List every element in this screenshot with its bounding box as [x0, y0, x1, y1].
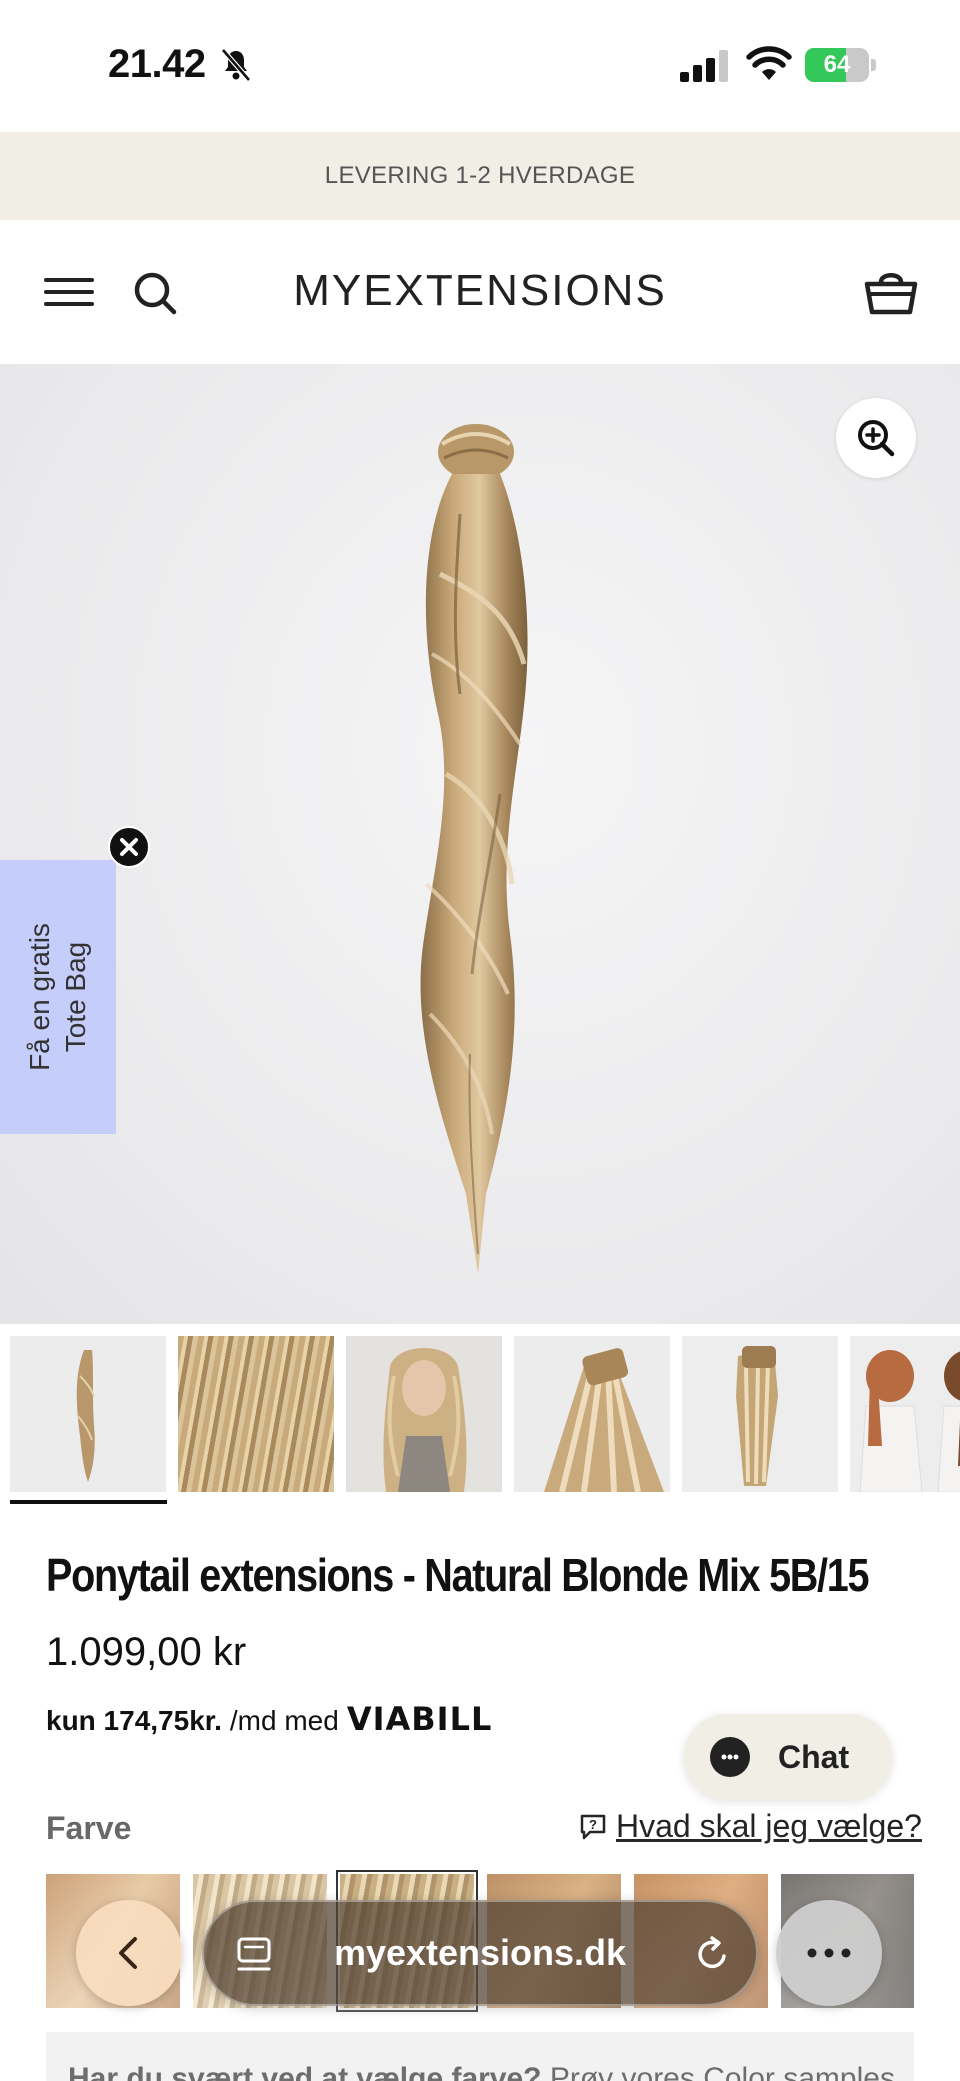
promo-text-line1: Få en gratis	[24, 923, 56, 1071]
thumbnail-ponytail-wrap-view[interactable]	[682, 1336, 838, 1492]
bell-muted-icon	[221, 48, 251, 82]
promo-text: Få en gratis Tote Bag	[22, 923, 94, 1071]
help-box-bold: Har du svært ved at vælge farve?	[68, 2062, 542, 2081]
question-bubble-icon: ?	[580, 1814, 606, 1839]
announcement-text: LEVERING 1-2 HVERDAGE	[324, 162, 636, 189]
reload-icon[interactable]	[692, 1934, 732, 1974]
promo-text-line2: Tote Bag	[60, 941, 92, 1053]
announcement-bar: LEVERING 1-2 HVERDAGE	[0, 132, 960, 220]
chevron-left-icon	[119, 1937, 137, 1969]
status-time: 21.42	[108, 42, 206, 86]
more-dots-icon	[807, 1948, 851, 1958]
viabill-logo: VIABILL	[346, 1700, 493, 1738]
thumbnail-models-back-view[interactable]	[850, 1336, 960, 1492]
promo-close-button[interactable]	[108, 826, 150, 868]
site-header: MYEXTENSIONS	[0, 220, 960, 364]
color-help-box[interactable]: Har du svært ved at vælge farve? Prøv vo…	[46, 2032, 914, 2081]
chat-button[interactable]: Chat	[684, 1714, 892, 1800]
product-title: Ponytail extensions - Natural Blonde Mix…	[46, 1549, 869, 1601]
thumbnail-active-indicator	[10, 1500, 167, 1504]
ponytail-image	[420, 424, 528, 1274]
thumbnail-model-portrait[interactable]	[346, 1336, 502, 1492]
installment-amount: kun 174,75kr.	[46, 1705, 222, 1736]
browser-back-button[interactable]	[76, 1900, 182, 2006]
color-help-link[interactable]: ? Hvad skal jeg vælge?	[578, 1808, 922, 1845]
help-box-text: Prøv vores Color samples	[541, 2062, 895, 2081]
cellular-signal-icon	[680, 50, 728, 82]
thumbnail-hair-texture-closeup[interactable]	[178, 1336, 334, 1492]
svg-text:?: ?	[589, 1817, 597, 1832]
zoom-in-icon	[858, 420, 895, 457]
chat-label: Chat	[778, 1738, 850, 1775]
browser-url-bar[interactable]: myextensions.dk	[202, 1900, 758, 2006]
installment-suffix: /md med	[229, 1705, 339, 1736]
browser-more-button[interactable]	[776, 1900, 882, 2006]
status-bar: 21.42 64	[0, 0, 960, 132]
cart-basket-icon[interactable]	[864, 266, 918, 316]
battery-indicator: 64	[805, 48, 876, 82]
chat-bubble-icon	[710, 1737, 750, 1777]
product-price: 1.099,00 kr	[46, 1630, 247, 1674]
color-help-link-text: Hvad skal jeg vælge?	[616, 1808, 922, 1844]
hamburger-menu-icon[interactable]	[44, 272, 94, 312]
battery-percentage: 64	[823, 51, 851, 78]
free-tote-bag-tab[interactable]: Få en gratis Tote Bag	[0, 860, 116, 1134]
thumbnail-ponytail-overview[interactable]	[10, 1336, 166, 1492]
browser-url-text: myextensions.dk	[333, 1932, 627, 1973]
installment-info: kun 174,75kr. /md med VIABILL	[46, 1700, 492, 1738]
thumbnail-ponytail-clip-detail[interactable]	[514, 1336, 670, 1492]
search-icon[interactable]	[132, 270, 178, 316]
zoom-button[interactable]	[836, 398, 916, 478]
thumbnail-gallery	[0, 1324, 960, 1504]
color-section-label: Farve	[46, 1810, 132, 1846]
close-icon	[120, 838, 138, 856]
wifi-icon	[746, 46, 792, 80]
